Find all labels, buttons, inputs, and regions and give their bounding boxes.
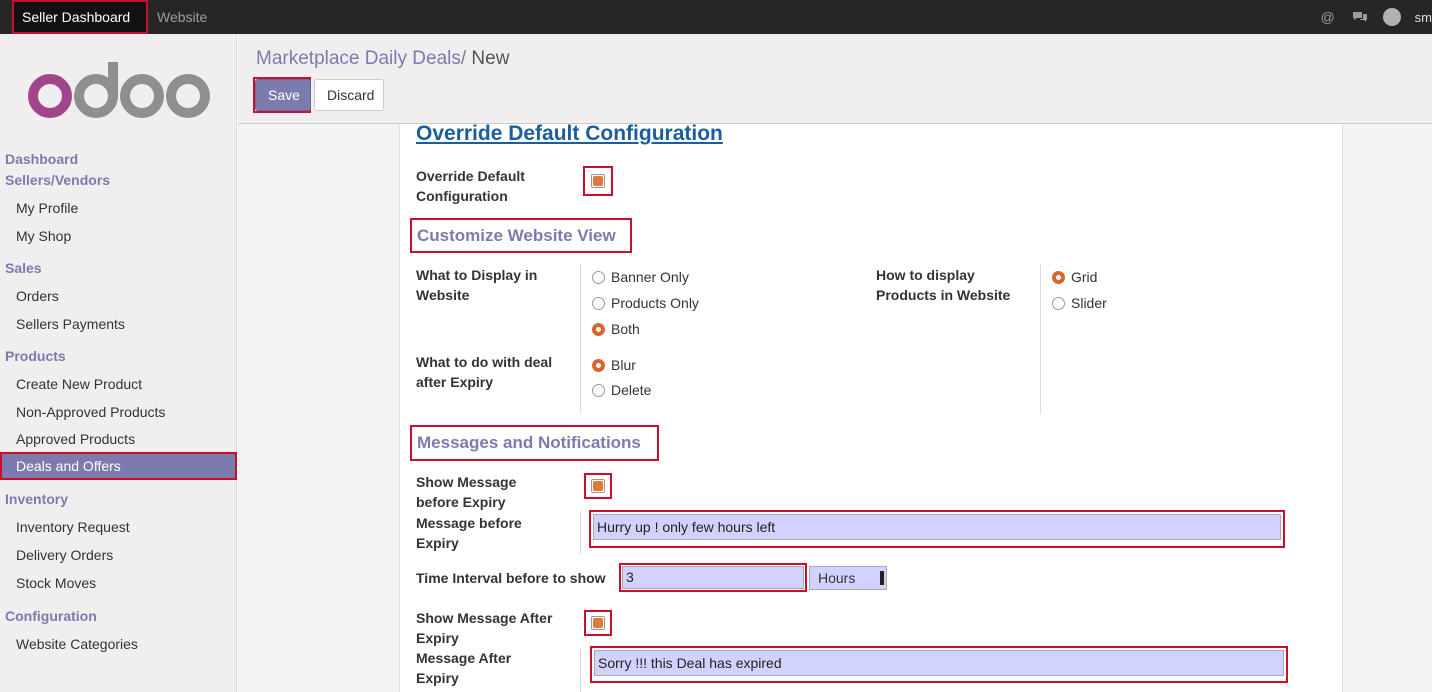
msg-before-input[interactable]: Hurry up ! only few hours left bbox=[593, 514, 1281, 540]
nav-inventory-request[interactable]: Inventory Request bbox=[16, 519, 130, 535]
nav-non-approved-products[interactable]: Non-Approved Products bbox=[16, 404, 165, 420]
nav-inventory[interactable]: Inventory bbox=[5, 491, 68, 507]
form-sheet bbox=[399, 124, 1343, 692]
interval-label: Time Interval before to show bbox=[416, 570, 606, 586]
override-label: Override Default Configuration bbox=[416, 168, 525, 204]
nav-sellers-payments[interactable]: Sellers Payments bbox=[16, 316, 125, 332]
topbar-right: @ sm bbox=[1319, 0, 1432, 34]
interval-unit-select[interactable]: Hours bbox=[809, 566, 887, 590]
msg-after-frame: Sorry !!! this Deal has expired bbox=[590, 646, 1288, 683]
override-checkbox-frame bbox=[583, 166, 613, 196]
radio-blur[interactable]: Blur bbox=[592, 357, 636, 373]
radio-banner-only[interactable]: Banner Only bbox=[592, 269, 689, 285]
breadcrumb-parent[interactable]: Marketplace Daily Deals bbox=[256, 48, 461, 69]
radio-grid[interactable]: Grid bbox=[1052, 269, 1097, 285]
chat-icon[interactable] bbox=[1351, 8, 1369, 26]
breadcrumb: Marketplace Daily Deals/ New bbox=[256, 48, 509, 70]
user-name[interactable]: sm bbox=[1415, 10, 1432, 25]
nav-my-profile[interactable]: My Profile bbox=[16, 200, 78, 216]
show-after-checkbox[interactable] bbox=[591, 616, 605, 630]
user-avatar[interactable] bbox=[1382, 8, 1401, 26]
nav-sales[interactable]: Sales bbox=[5, 260, 42, 276]
form-title: Override Default Configuration bbox=[416, 122, 723, 145]
show-before-checkbox[interactable] bbox=[591, 479, 605, 493]
nav-products[interactable]: Products bbox=[5, 348, 66, 364]
odoo-logo[interactable] bbox=[28, 54, 218, 124]
top-navbar: Seller Dashboard Website @ sm bbox=[0, 0, 1432, 34]
how-display-label: How to display Products in Website bbox=[876, 267, 1011, 303]
section-website-title: Customize Website View bbox=[417, 226, 616, 245]
nav-configuration[interactable]: Configuration bbox=[5, 608, 97, 624]
nav-delivery-orders[interactable]: Delivery Orders bbox=[16, 547, 113, 563]
show-after-checkbox-frame bbox=[584, 610, 612, 636]
breadcrumb-current: New bbox=[471, 48, 510, 69]
breadcrumb-separator: / bbox=[460, 48, 467, 69]
sidebar: Dashboard Sellers/Vendors My Profile My … bbox=[0, 34, 237, 692]
nav-website-categories[interactable]: Website Categories bbox=[16, 636, 138, 652]
menu-seller-dashboard[interactable]: Seller Dashboard bbox=[12, 0, 148, 34]
mention-icon[interactable]: @ bbox=[1319, 8, 1337, 26]
show-before-label: Show Message before Expiry bbox=[416, 474, 517, 510]
nav-my-shop[interactable]: My Shop bbox=[16, 228, 71, 244]
nav-orders[interactable]: Orders bbox=[16, 288, 59, 304]
interval-frame: 3 bbox=[619, 563, 807, 592]
radio-both[interactable]: Both bbox=[592, 321, 640, 337]
expiry-action-label: What to do with deal after Expiry bbox=[416, 354, 553, 390]
section-messages-title: Messages and Notifications bbox=[417, 433, 641, 452]
override-checkbox[interactable] bbox=[591, 174, 605, 188]
msg-before-frame: Hurry up ! only few hours left bbox=[589, 510, 1285, 548]
display-label: What to Display in Website bbox=[416, 267, 538, 303]
discard-button[interactable]: Discard bbox=[314, 79, 384, 111]
nav-stock-moves[interactable]: Stock Moves bbox=[16, 575, 96, 591]
show-after-label: Show Message After Expiry bbox=[416, 610, 553, 646]
radio-products-only[interactable]: Products Only bbox=[592, 295, 699, 311]
save-button[interactable]: Save bbox=[255, 79, 311, 111]
nav-approved-products[interactable]: Approved Products bbox=[16, 431, 135, 447]
radio-delete[interactable]: Delete bbox=[592, 382, 651, 398]
msg-before-label: Message before Expiry bbox=[416, 515, 522, 551]
show-before-checkbox-frame bbox=[584, 473, 612, 499]
msg-after-input[interactable]: Sorry !!! this Deal has expired bbox=[594, 650, 1284, 676]
nav-create-new-product[interactable]: Create New Product bbox=[16, 376, 142, 392]
nav-deals-and-offers[interactable]: Deals and Offers bbox=[0, 452, 237, 480]
interval-input[interactable]: 3 bbox=[622, 566, 804, 589]
msg-after-label: Message After Expiry bbox=[416, 650, 512, 686]
control-panel: Marketplace Daily Deals/ New Save Discar… bbox=[238, 34, 1432, 124]
nav-dashboard[interactable]: Dashboard bbox=[5, 151, 78, 167]
nav-sellers-vendors[interactable]: Sellers/Vendors bbox=[5, 172, 110, 188]
menu-website[interactable]: Website bbox=[147, 0, 217, 34]
radio-slider[interactable]: Slider bbox=[1052, 295, 1107, 311]
